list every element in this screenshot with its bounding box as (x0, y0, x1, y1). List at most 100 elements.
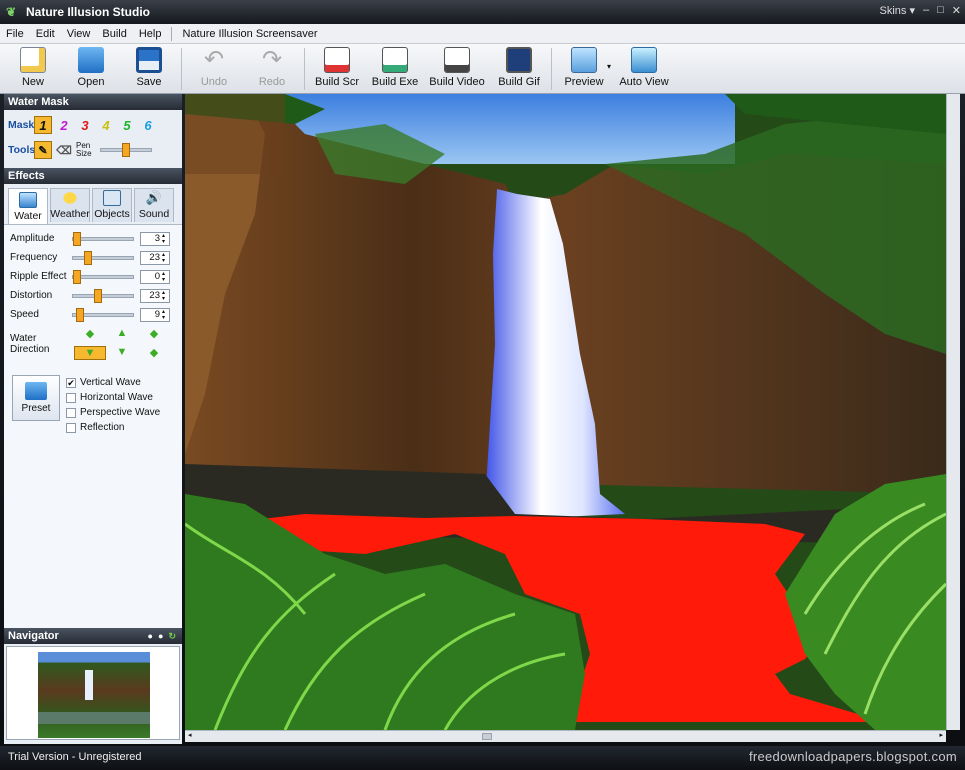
preset-label: Preset (21, 403, 51, 414)
value-spinner[interactable]: 23 (140, 288, 170, 303)
build-scr-icon (324, 47, 350, 73)
tab-weather-label: Weather (50, 208, 90, 220)
toolbar-separator (551, 48, 552, 90)
vertical-wave-check-icon: ✔ (66, 377, 76, 388)
direction-right-arrow-icon[interactable]: ◆ (138, 346, 170, 360)
eraser-tool-icon[interactable]: ⌫ (55, 141, 73, 159)
slider-thumb[interactable] (94, 288, 102, 303)
direction-down-arrow-icon[interactable]: ▼ (106, 346, 138, 360)
build-scr-button[interactable]: Build Scr (308, 44, 366, 92)
app-window: ❦ Nature Illusion Studio Skins ▾ – □ ✕ F… (0, 0, 965, 770)
tab-objects[interactable]: Objects (92, 188, 132, 222)
slider-thumb[interactable] (84, 250, 92, 265)
mask-4-button[interactable]: 4 (97, 116, 115, 134)
license-status: Trial Version - Unregistered (8, 751, 142, 763)
direction-up-left-arrow-icon[interactable]: ◆ (74, 327, 106, 340)
menu-edit[interactable]: Edit (30, 28, 61, 40)
scroll-right-arrow-icon[interactable]: ▸ (939, 731, 943, 739)
mask-6-button[interactable]: 6 (139, 116, 157, 134)
toolbar: New Open Save ↶ Undo ↷ Redo Build Scr Bu… (0, 44, 965, 94)
title-bar: ❦ Nature Illusion Studio Skins ▾ – □ ✕ (0, 0, 965, 24)
effect-slider[interactable] (72, 307, 134, 322)
effect-slider[interactable] (72, 231, 134, 246)
preset-button[interactable]: Preset (12, 375, 60, 421)
tab-weather[interactable]: Weather (50, 188, 90, 222)
preset-folder-icon (25, 382, 47, 400)
pen-size-thumb[interactable] (122, 143, 130, 157)
build-video-button[interactable]: Build Video (424, 44, 490, 92)
redo-label: Redo (258, 76, 286, 88)
mask-3-button[interactable]: 3 (76, 116, 94, 134)
menu-file[interactable]: File (0, 28, 30, 40)
wave-options: ✔ Vertical Wave Horizontal Wave Perspecti… (66, 375, 160, 435)
tab-water-label: Water (14, 210, 42, 222)
scroll-left-arrow-icon[interactable]: ◂ (188, 731, 192, 739)
reflection-checkbox[interactable]: Reflection (66, 420, 160, 435)
tab-objects-label: Objects (94, 208, 130, 220)
perspective-wave-checkbox[interactable]: Perspective Wave (66, 405, 160, 420)
slider-thumb[interactable] (73, 231, 81, 246)
water-tab-icon (19, 192, 37, 208)
build-gif-icon (506, 47, 532, 73)
direction-left-arrow-icon[interactable]: ▼ (74, 346, 106, 360)
pen-tool-icon[interactable]: ✎ (34, 141, 52, 159)
zoom-in-icon[interactable]: ● (158, 631, 163, 641)
vertical-wave-checkbox[interactable]: ✔ Vertical Wave (66, 375, 160, 390)
close-button[interactable]: ✕ (952, 4, 961, 17)
refresh-icon[interactable]: ↻ (168, 631, 176, 641)
menu-view[interactable]: View (61, 28, 97, 40)
direction-up-right-arrow-icon[interactable]: ◆ (138, 327, 170, 340)
tab-sound-label: Sound (138, 208, 170, 220)
value-spinner[interactable]: 23 (140, 250, 170, 265)
value-spinner[interactable]: 9 (140, 307, 170, 322)
zoom-out-icon[interactable]: ● (148, 631, 153, 641)
horizontal-wave-checkbox[interactable]: Horizontal Wave (66, 390, 160, 405)
auto-view-label: Auto View (619, 76, 669, 88)
slider-thumb[interactable] (73, 269, 81, 284)
save-button[interactable]: Save (120, 44, 178, 92)
water-tab-panel: Amplitude 3 Frequency 23 Ripple Effect 0 Disto… (4, 224, 182, 630)
checkbox-box (66, 392, 76, 403)
effect-slider[interactable] (72, 269, 134, 284)
mask-2-button[interactable]: 2 (55, 116, 73, 134)
maximize-button[interactable]: □ (937, 4, 944, 17)
skins-menu[interactable]: Skins ▾ (880, 4, 915, 17)
slider-thumb[interactable] (76, 307, 84, 322)
new-button[interactable]: New (4, 44, 62, 92)
menu-screensaver[interactable]: Nature Illusion Screensaver (176, 28, 323, 40)
value-spinner[interactable]: 3 (140, 231, 170, 246)
build-exe-icon (382, 47, 408, 73)
mask-5-button[interactable]: 5 (118, 116, 136, 134)
weather-sun-icon (61, 190, 79, 206)
slider-label: Distortion (10, 290, 53, 301)
menu-bar: File Edit View Build Help Nature Illusio… (0, 24, 965, 44)
pen-size-slider[interactable] (100, 143, 152, 157)
effect-slider[interactable] (72, 250, 134, 265)
auto-view-button[interactable]: Auto View (611, 44, 677, 92)
build-gif-button[interactable]: Build Gif (490, 44, 548, 92)
minimize-button[interactable]: – (923, 4, 929, 17)
tab-sound[interactable]: 🔊 Sound (134, 188, 174, 222)
direction-up-arrow-icon[interactable]: ▲ (106, 327, 138, 340)
menu-build[interactable]: Build (96, 28, 132, 40)
build-exe-button[interactable]: Build Exe (366, 44, 424, 92)
effect-slider[interactable] (72, 288, 134, 303)
undo-label: Undo (200, 76, 228, 88)
navigator-thumbnail[interactable] (38, 652, 150, 738)
horizontal-scrollbar[interactable]: ◂ ▸ (185, 730, 946, 742)
toolbar-separator (304, 48, 305, 90)
preview-button[interactable]: Preview (555, 44, 613, 92)
slider-label: Speed (10, 309, 39, 320)
horizontal-scroll-thumb[interactable] (482, 733, 492, 740)
redo-button[interactable]: ↷ Redo (243, 44, 301, 92)
vertical-scrollbar[interactable] (946, 94, 960, 730)
checkbox-box (66, 422, 76, 433)
tab-water[interactable]: Water (8, 188, 48, 224)
value-spinner[interactable]: 0 (140, 269, 170, 284)
mask-1-button[interactable]: 1 (34, 116, 52, 134)
menu-help[interactable]: Help (133, 28, 168, 40)
open-button[interactable]: Open (62, 44, 120, 92)
auto-view-icon (631, 47, 658, 73)
undo-button[interactable]: ↶ Undo (185, 44, 243, 92)
image-canvas[interactable] (185, 94, 946, 730)
